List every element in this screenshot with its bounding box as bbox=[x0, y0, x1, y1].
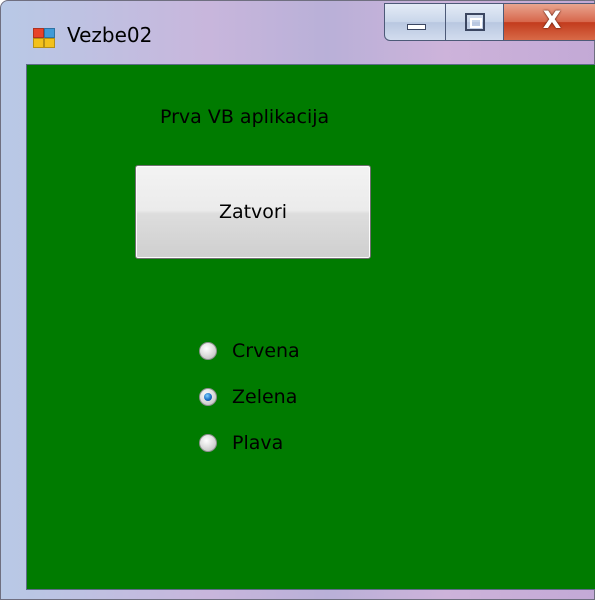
radio-circle-checked-icon[interactable] bbox=[199, 388, 217, 406]
maximize-button[interactable] bbox=[446, 3, 504, 41]
form-label: Prva VB aplikacija bbox=[160, 106, 330, 128]
radio-plava[interactable]: Plava bbox=[199, 429, 283, 457]
caption-buttons: X bbox=[384, 3, 595, 43]
close-window-button[interactable]: X bbox=[504, 3, 595, 41]
app-window: Vezbe02 X Prva VB aplikacija Zatvori Crv… bbox=[0, 0, 595, 600]
minimize-icon bbox=[407, 24, 426, 30]
radio-label[interactable]: Zelena bbox=[232, 386, 297, 408]
radio-label[interactable]: Crvena bbox=[232, 340, 300, 362]
radio-zelena[interactable]: Zelena bbox=[199, 383, 297, 411]
close-icon: X bbox=[542, 6, 562, 34]
form-client-area: Prva VB aplikacija Zatvori Crvena Zelena… bbox=[26, 64, 595, 590]
window-title: Vezbe02 bbox=[67, 23, 153, 47]
maximize-icon bbox=[465, 13, 485, 31]
radio-label[interactable]: Plava bbox=[232, 432, 283, 454]
radio-circle-icon[interactable] bbox=[199, 434, 217, 452]
windows-form-icon[interactable] bbox=[33, 28, 55, 48]
title-bar[interactable]: Vezbe02 X bbox=[1, 1, 595, 63]
zatvori-button[interactable]: Zatvori bbox=[135, 165, 371, 259]
minimize-button[interactable] bbox=[384, 3, 446, 41]
radio-circle-icon[interactable] bbox=[199, 342, 217, 360]
radio-crvena[interactable]: Crvena bbox=[199, 337, 300, 365]
